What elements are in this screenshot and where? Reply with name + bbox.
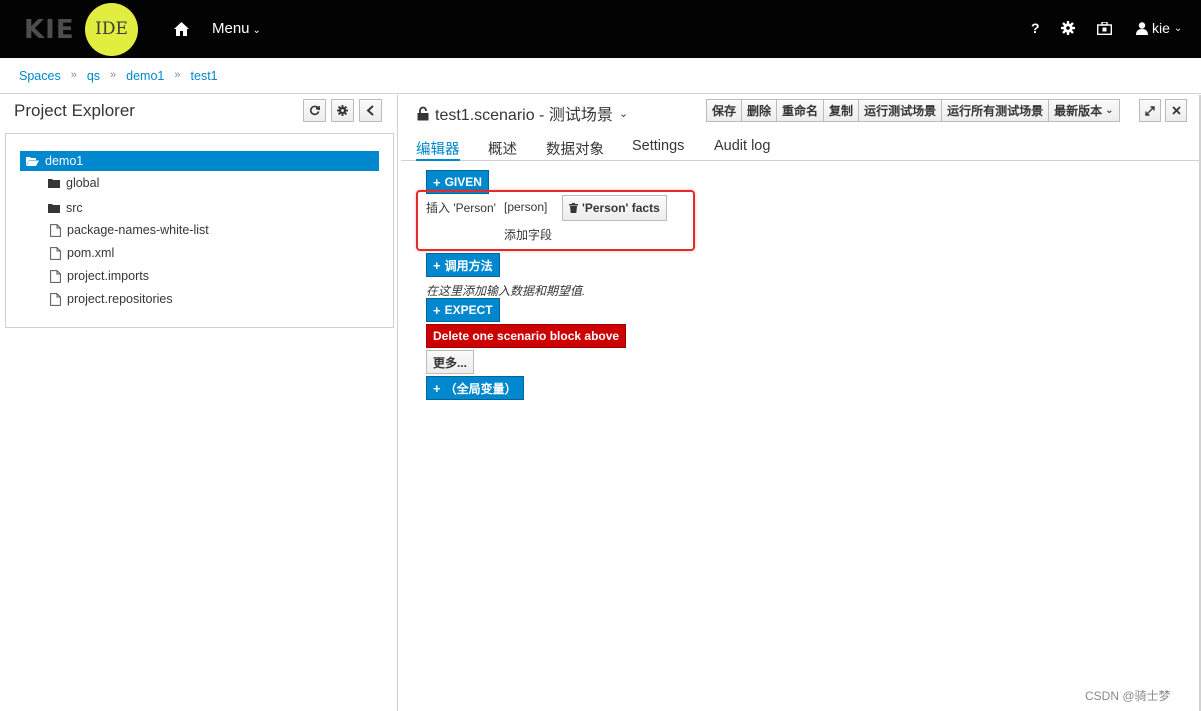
add-global-button[interactable]: + （全局变量）	[426, 376, 524, 400]
project-explorer-panel: Project Explorer demo1 global src packag…	[0, 95, 398, 711]
tab-overview[interactable]: 概述	[488, 138, 517, 159]
tree-item-file[interactable]: package-names-white-list	[50, 223, 209, 237]
tab-settings[interactable]: Settings	[632, 138, 684, 154]
file-icon	[50, 246, 61, 260]
rename-button[interactable]: 重命名	[776, 99, 824, 122]
trash-icon	[569, 203, 578, 213]
call-method-label: 调用方法	[444, 258, 493, 273]
add-expect-button[interactable]: + EXPECT	[426, 298, 500, 322]
tab-data-objects[interactable]: 数据对象	[546, 138, 604, 159]
editor-toolbar: 保存 删除 重命名 复制 运行测试场景 运行所有测试场景 最新版本 ⌄	[706, 99, 1120, 122]
watermark: CSDN @骑士梦	[1085, 689, 1171, 703]
plus-icon: +	[433, 380, 441, 396]
latest-version-dropdown[interactable]: 最新版本 ⌄	[1048, 99, 1120, 122]
chevron-down-icon: ⌄	[618, 107, 629, 120]
insert-fact-label: 插入 'Person'	[426, 201, 496, 215]
home-icon[interactable]	[174, 22, 189, 36]
chevron-right-icon: »	[70, 69, 77, 81]
tree-item-label: project.imports	[67, 269, 149, 283]
gear-icon	[337, 105, 348, 116]
settings-button[interactable]	[331, 99, 354, 122]
folder-icon	[48, 203, 60, 213]
collapse-panel-button[interactable]	[359, 99, 382, 122]
delete-button[interactable]: 删除	[741, 99, 777, 122]
hint-text: 在这里添加输入数据和期望值.	[426, 284, 586, 298]
tab-audit-log[interactable]: Audit log	[714, 138, 770, 154]
add-field-link[interactable]: 添加字段	[504, 226, 552, 243]
lock-icon	[417, 106, 429, 120]
briefcase-icon[interactable]	[1097, 22, 1112, 35]
plus-icon: +	[433, 174, 441, 190]
breadcrumb: Spaces » qs » demo1 » test1	[0, 58, 1201, 94]
tree-item-label: demo1	[45, 154, 84, 168]
save-button[interactable]: 保存	[706, 99, 742, 122]
editor-tabs: 编辑器 概述 数据对象 Settings Audit log	[401, 131, 1201, 161]
menu-label: Menu	[212, 20, 250, 37]
expect-label: EXPECT	[444, 303, 493, 317]
breadcrumb-spaces[interactable]: Spaces	[19, 69, 61, 83]
plus-icon: +	[433, 302, 441, 318]
tree-item-global[interactable]: global	[48, 176, 99, 190]
breadcrumb-project[interactable]: demo1	[126, 69, 164, 83]
person-facts-label: 'Person' facts	[582, 201, 660, 215]
ide-badge: IDE	[85, 3, 138, 56]
chevron-down-icon: ⌄	[252, 25, 261, 36]
chevron-down-icon: ⌄	[1105, 105, 1114, 116]
tree-item-file[interactable]: project.repositories	[50, 292, 173, 306]
close-button[interactable]	[1165, 99, 1187, 122]
editor-panel: test1.scenario - 测试场景 ⌄ 保存 删除 重命名 复制 运行测…	[401, 95, 1201, 711]
user-label: kie	[1152, 20, 1170, 36]
delete-scenario-block-button[interactable]: Delete one scenario block above	[426, 324, 627, 348]
tree-item-label: pom.xml	[67, 246, 115, 260]
run-scenario-button[interactable]: 运行测试场景	[858, 99, 942, 122]
maximize-button[interactable]	[1139, 99, 1161, 122]
file-icon	[50, 223, 61, 237]
chevron-left-icon	[366, 105, 374, 116]
plus-icon: +	[433, 257, 441, 273]
refresh-icon	[309, 105, 320, 116]
tab-editor[interactable]: 编辑器	[416, 138, 460, 161]
top-navbar: KIE IDE Menu ⌄ ? kie ⌄	[0, 0, 1201, 58]
gear-icon[interactable]	[1061, 21, 1075, 35]
more-button[interactable]: 更多...	[426, 350, 475, 374]
run-all-scenarios-button[interactable]: 运行所有测试场景	[941, 99, 1049, 122]
user-icon	[1136, 21, 1148, 35]
editor-title[interactable]: test1.scenario - 测试场景 ⌄	[417, 101, 628, 125]
fact-variable[interactable]: [person]	[504, 200, 547, 214]
editor-title-label: test1.scenario - 测试场景	[435, 107, 613, 124]
tree-item-label: global	[66, 176, 100, 190]
expand-icon	[1145, 105, 1155, 116]
menu-dropdown[interactable]: Menu ⌄	[212, 20, 261, 37]
close-icon	[1171, 106, 1181, 115]
tree-item-label: src	[66, 201, 83, 215]
latest-version-label: 最新版本	[1054, 104, 1103, 118]
brand-logo: KIE	[24, 15, 75, 45]
chevron-right-icon: »	[174, 69, 181, 81]
breadcrumb-space[interactable]: qs	[87, 69, 100, 83]
chevron-right-icon: »	[110, 69, 117, 81]
project-tree: demo1 global src package-names-white-lis…	[5, 133, 394, 328]
tree-item-src[interactable]: src	[48, 201, 83, 215]
breadcrumb-asset[interactable]: test1	[191, 69, 218, 83]
refresh-button[interactable]	[303, 99, 326, 122]
tree-item-label: project.repositories	[67, 292, 173, 306]
given-label: GIVEN	[444, 175, 482, 189]
tree-item-label: package-names-white-list	[67, 223, 209, 237]
user-menu[interactable]: kie ⌄	[1136, 20, 1182, 36]
tree-item-file[interactable]: pom.xml	[50, 246, 114, 260]
chevron-down-icon: ⌄	[1173, 22, 1183, 34]
person-facts-button[interactable]: 'Person' facts	[562, 195, 667, 221]
copy-button[interactable]: 复制	[823, 99, 859, 122]
project-explorer-title: Project Explorer	[14, 101, 135, 120]
call-method-button[interactable]: + 调用方法	[426, 253, 500, 277]
global-label: （全局变量）	[444, 381, 517, 396]
tree-item-demo1[interactable]: demo1	[20, 151, 379, 171]
file-icon	[50, 269, 61, 283]
folder-open-icon	[26, 156, 39, 166]
tree-item-file[interactable]: project.imports	[50, 269, 149, 283]
folder-icon	[48, 178, 60, 188]
file-icon	[50, 292, 61, 306]
help-button[interactable]: ?	[1031, 20, 1040, 36]
